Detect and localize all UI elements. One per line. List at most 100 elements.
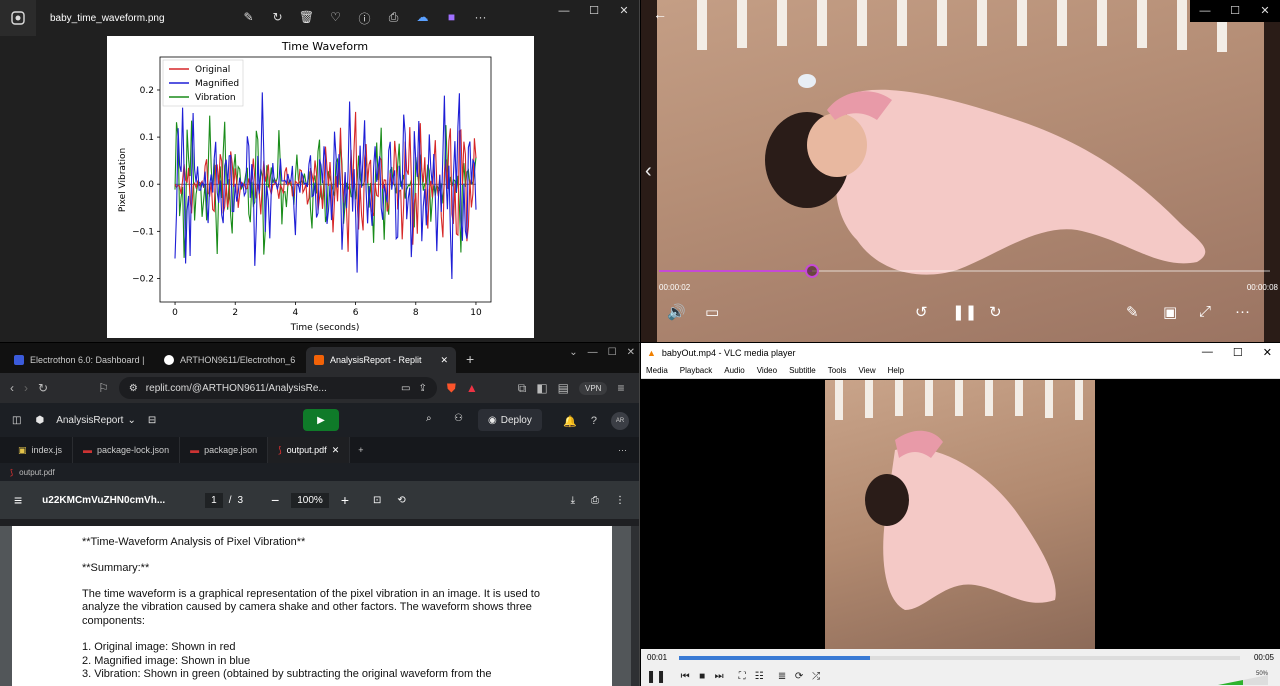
sidebar-toggle-icon[interactable]: ◫: [12, 415, 21, 426]
brave-rewards-icon[interactable]: ▲: [466, 381, 478, 395]
video-seek-thumb[interactable]: [804, 264, 819, 278]
rotate-icon[interactable]: ↻: [263, 10, 292, 27]
extended-settings-icon[interactable]: ☷: [753, 671, 765, 682]
edit-icon[interactable]: ✎: [234, 10, 263, 27]
new-tab-button[interactable]: +: [456, 351, 484, 373]
menu-icon[interactable]: ≡: [617, 381, 624, 395]
shuffle-icon[interactable]: ⤮: [810, 671, 822, 682]
run-button[interactable]: ▶: [303, 409, 339, 431]
bookmark-icon[interactable]: ⚐: [98, 381, 109, 395]
tab-search-icon[interactable]: ⌄: [569, 347, 577, 358]
more-icon[interactable]: ···: [466, 10, 495, 27]
menu-view[interactable]: View: [858, 366, 875, 375]
subtitles-icon[interactable]: ▭: [705, 303, 719, 321]
file-tab-package-json[interactable]: ▬ package.json: [180, 437, 269, 463]
volume-icon[interactable]: 🔊: [667, 303, 686, 321]
maximize-button[interactable]: ☐: [1233, 346, 1243, 359]
wallet-icon[interactable]: ▤: [558, 381, 569, 395]
close-button[interactable]: ✕: [1263, 346, 1272, 359]
extensions-icon[interactable]: ⧉: [518, 381, 527, 396]
volume-slider[interactable]: [1218, 675, 1268, 685]
vlc-seek-bar[interactable]: [679, 656, 1240, 660]
pause-icon[interactable]: ❚❚: [646, 669, 666, 683]
sidebar-icon[interactable]: ◧: [536, 381, 547, 395]
search-icon[interactable]: ⌕: [426, 413, 432, 424]
brave-shields-icon[interactable]: ⛊: [447, 381, 456, 396]
zoom-level[interactable]: 100%: [291, 492, 329, 508]
browser-tab-replit[interactable]: AnalysisReport - Replit ✕: [306, 347, 456, 373]
file-tab-output-pdf[interactable]: ⟆ output.pdf ✕: [268, 437, 351, 463]
close-tab-icon[interactable]: ✕: [332, 445, 340, 456]
fit-page-icon[interactable]: ⊡: [373, 495, 381, 506]
menu-audio[interactable]: Audio: [724, 366, 744, 375]
loop-icon[interactable]: ⟳: [793, 671, 805, 682]
minimize-button[interactable]: —: [588, 347, 598, 358]
pause-icon[interactable]: ❚❚: [952, 303, 977, 321]
vpn-button[interactable]: VPN: [579, 381, 608, 395]
vlc-video-frame[interactable]: [825, 380, 1095, 650]
deploy-button[interactable]: ◉ Deploy: [478, 409, 542, 431]
edit-icon[interactable]: ✎: [1126, 303, 1139, 321]
previous-icon[interactable]: ⏮: [679, 671, 691, 682]
print-icon[interactable]: ⎙: [591, 495, 599, 506]
file-tab-index-js[interactable]: ▣ index.js: [8, 437, 74, 463]
more-icon[interactable]: ···: [618, 445, 639, 455]
share-icon[interactable]: ⇪: [418, 383, 426, 394]
menu-playback[interactable]: Playback: [680, 366, 712, 375]
heart-icon[interactable]: ♡: [321, 10, 350, 27]
page-number-input[interactable]: 1: [205, 492, 223, 508]
repl-name[interactable]: AnalysisReport: [56, 415, 123, 426]
replit-logo-icon[interactable]: ⬢: [35, 415, 44, 426]
cloud-off-icon[interactable]: ☁: [408, 10, 437, 27]
delete-icon[interactable]: 🗑: [292, 10, 321, 27]
info-icon[interactable]: ⓘ: [350, 10, 379, 27]
maximize-button[interactable]: ☐: [608, 347, 617, 358]
close-button[interactable]: ✕: [627, 347, 635, 358]
rewind-10-icon[interactable]: ↺: [915, 303, 928, 321]
minimize-button[interactable]: —: [549, 0, 579, 22]
browser-tab-github[interactable]: ARTHON9611/Electrothon_6: [156, 347, 306, 373]
fullscreen-icon[interactable]: ⛶: [736, 671, 748, 682]
close-tab-icon[interactable]: ✕: [440, 355, 448, 366]
menu-subtitle[interactable]: Subtitle: [789, 366, 816, 375]
forward-30-icon[interactable]: ↻: [989, 303, 1002, 321]
miniplayer-icon[interactable]: ▣: [1163, 303, 1177, 321]
browser-tab-electrothon[interactable]: Electrothon 6.0: Dashboard |: [6, 347, 156, 373]
minimize-button[interactable]: —: [1190, 0, 1220, 22]
clipchamp-icon[interactable]: ■: [437, 10, 466, 27]
menu-tools[interactable]: Tools: [828, 366, 847, 375]
print-icon[interactable]: ⎙: [379, 10, 408, 27]
url-text[interactable]: replit.com/@ARTHON9611/AnalysisRe...: [146, 383, 393, 394]
close-button[interactable]: ✕: [1250, 0, 1280, 22]
more-icon[interactable]: ⋮: [615, 495, 625, 506]
previous-chevron-icon[interactable]: ‹: [645, 160, 652, 183]
maximize-button[interactable]: ☐: [579, 0, 609, 22]
zoom-out-button[interactable]: −: [271, 492, 279, 508]
maximize-button[interactable]: ☐: [1220, 0, 1250, 22]
close-button[interactable]: ✕: [609, 0, 639, 22]
pdf-scrollbar[interactable]: [631, 526, 639, 686]
menu-help[interactable]: Help: [888, 366, 904, 375]
history-icon[interactable]: ⊟: [148, 415, 156, 426]
avatar[interactable]: AR: [611, 412, 629, 430]
forward-icon[interactable]: ›: [24, 381, 28, 395]
menu-media[interactable]: Media: [646, 366, 668, 375]
menu-video[interactable]: Video: [757, 366, 777, 375]
pdf-viewer[interactable]: **Time-Waveform Analysis of Pixel Vibrat…: [0, 526, 632, 686]
more-icon[interactable]: ···: [1235, 303, 1250, 320]
add-tab-icon[interactable]: +: [350, 445, 371, 455]
chevron-down-icon[interactable]: ⌄: [127, 415, 135, 426]
breadcrumb-label[interactable]: output.pdf: [19, 468, 55, 477]
minimize-button[interactable]: —: [1202, 346, 1213, 359]
download-icon[interactable]: ⤓: [571, 495, 575, 506]
reload-icon[interactable]: ↻: [38, 381, 48, 395]
help-icon[interactable]: ?: [591, 415, 597, 427]
invite-icon[interactable]: ⚇: [454, 413, 463, 424]
back-arrow-icon[interactable]: ←: [653, 6, 667, 22]
back-icon[interactable]: ‹: [10, 381, 14, 395]
rotate-icon[interactable]: ⟲: [397, 495, 405, 506]
fullscreen-icon[interactable]: ⤢: [1199, 303, 1211, 320]
cast-icon[interactable]: ▭: [401, 383, 410, 394]
bell-icon[interactable]: 🔔: [563, 415, 577, 428]
playlist-icon[interactable]: ≣: [776, 671, 788, 682]
